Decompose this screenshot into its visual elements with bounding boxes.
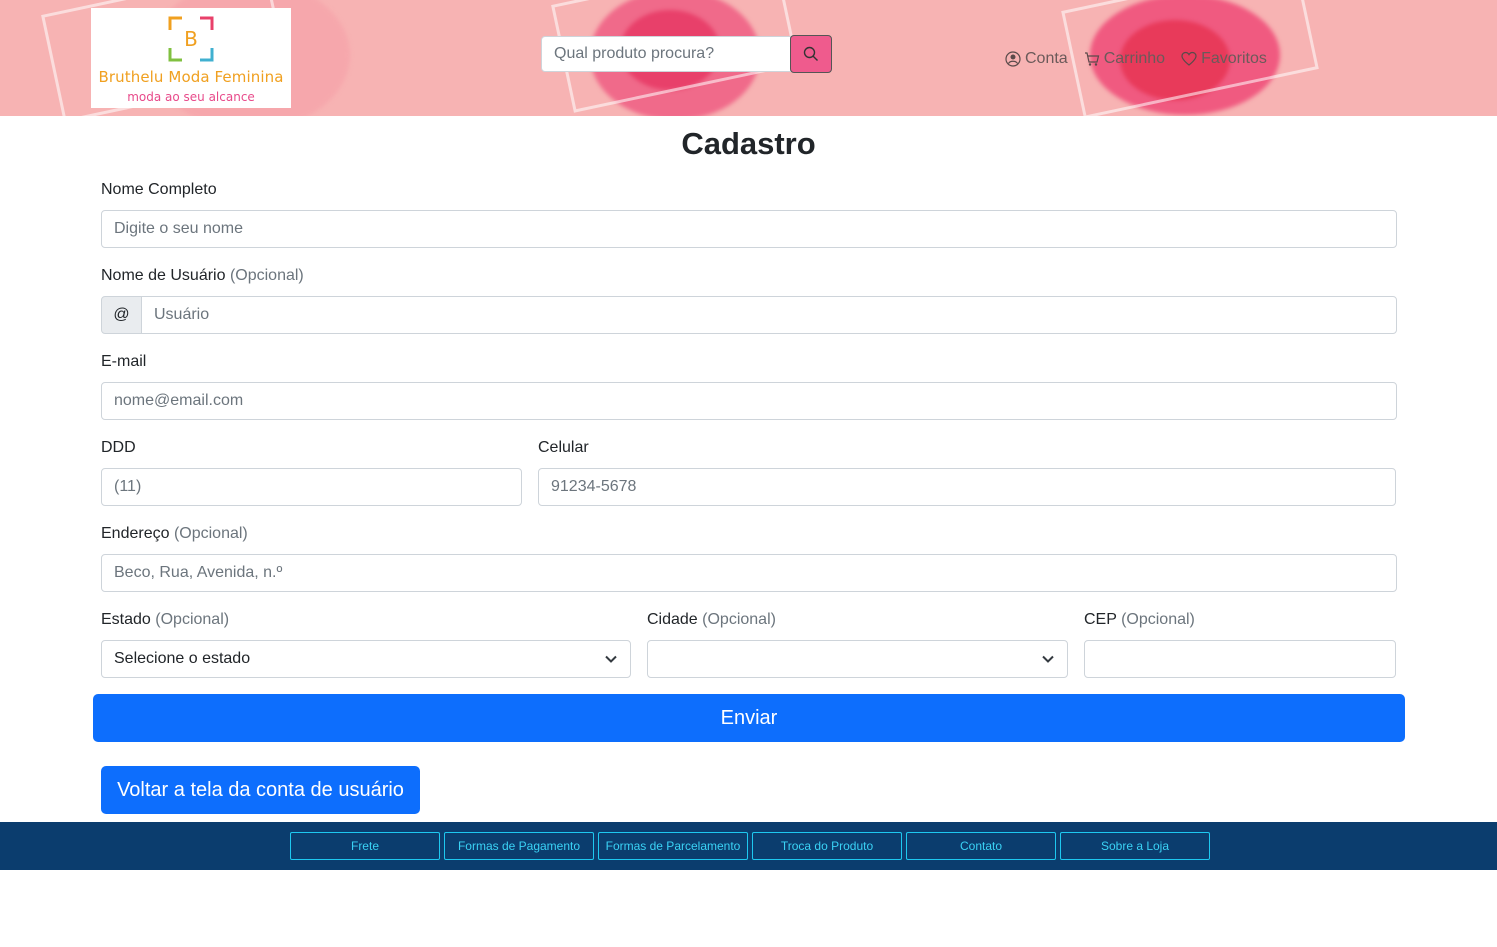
nav-cart-label: Carrinho xyxy=(1103,50,1166,67)
cep-input[interactable] xyxy=(1084,640,1396,678)
username-at-addon: @ xyxy=(101,296,142,334)
phone-input[interactable] xyxy=(538,468,1396,506)
footer-link-frete[interactable]: Frete xyxy=(290,832,440,860)
site-footer: Frete Formas de Pagamento Formas de Parc… xyxy=(0,822,1497,870)
search-icon xyxy=(803,46,818,61)
state-select[interactable]: Selecione o estado xyxy=(101,640,631,678)
site-header: B Bruthelu Moda Feminina moda ao seu alc… xyxy=(0,0,1497,116)
logo[interactable]: B Bruthelu Moda Feminina moda ao seu alc… xyxy=(91,8,291,108)
footer-link-pagamento[interactable]: Formas de Pagamento xyxy=(444,832,594,860)
cep-label: CEP (Opcional) xyxy=(1084,611,1195,629)
search-button[interactable] xyxy=(790,35,832,73)
user-circle-icon xyxy=(1005,51,1021,67)
cart-icon xyxy=(1084,52,1099,66)
search-bar xyxy=(541,35,832,73)
footer-link-parcelamento[interactable]: Formas de Parcelamento xyxy=(598,832,748,860)
footer-link-sobre[interactable]: Sobre a Loja xyxy=(1060,832,1210,860)
username-label-text: Nome de Usuário xyxy=(101,267,226,284)
username-input[interactable] xyxy=(141,296,1397,334)
footer-link-troca[interactable]: Troca do Produto xyxy=(752,832,902,860)
footer-link-contato[interactable]: Contato xyxy=(906,832,1056,860)
address-input[interactable] xyxy=(101,554,1397,592)
cep-label-text: CEP xyxy=(1084,611,1117,628)
state-select-value: Selecione o estado xyxy=(114,650,251,667)
ddd-input[interactable] xyxy=(101,468,522,506)
phone-label: Celular xyxy=(538,439,589,456)
page-title: Cadastro xyxy=(681,126,816,161)
logo-title: Bruthelu Moda Feminina xyxy=(98,68,284,86)
state-label-text: Estado xyxy=(101,611,151,628)
heart-icon xyxy=(1181,51,1197,66)
optional-hint: (Opcional) xyxy=(173,525,248,542)
search-input[interactable] xyxy=(541,36,791,72)
nav-cart[interactable]: Carrinho xyxy=(1084,50,1165,68)
ddd-label: DDD xyxy=(101,439,136,456)
nav-account-label: Conta xyxy=(1025,50,1068,67)
email-input[interactable] xyxy=(101,382,1397,420)
back-to-account-button[interactable]: Voltar a tela da conta de usuário xyxy=(101,766,420,814)
address-label-text: Endereço xyxy=(101,525,170,542)
address-label: Endereço (Opcional) xyxy=(101,525,248,543)
logo-subtitle: moda ao seu alcance xyxy=(127,90,255,104)
optional-hint: (Opcional) xyxy=(1121,611,1195,628)
logo-letter: B xyxy=(184,27,198,51)
header-nav: Conta Carrinho Favoritos xyxy=(1005,49,1267,69)
footer-links: Frete Formas de Pagamento Formas de Parc… xyxy=(290,832,1210,860)
optional-hint: (Opcional) xyxy=(229,267,304,284)
email-label: E-mail xyxy=(101,353,147,370)
nav-favorites[interactable]: Favoritos xyxy=(1181,50,1267,68)
city-label-text: Cidade xyxy=(647,611,698,628)
nav-account[interactable]: Conta xyxy=(1005,50,1068,68)
full-name-input[interactable] xyxy=(101,210,1397,248)
nav-favorites-label: Favoritos xyxy=(1201,50,1267,67)
optional-hint: (Opcional) xyxy=(155,611,230,628)
city-label: Cidade (Opcional) xyxy=(647,611,776,629)
chevron-down-icon xyxy=(1042,655,1054,663)
city-select[interactable] xyxy=(647,640,1068,678)
username-label: Nome de Usuário (Opcional) xyxy=(101,267,304,285)
optional-hint: (Opcional) xyxy=(702,611,776,628)
logo-mark: B xyxy=(168,16,214,62)
full-name-label: Nome Completo xyxy=(101,181,217,198)
submit-button[interactable]: Enviar xyxy=(93,694,1405,742)
chevron-down-icon xyxy=(605,655,617,663)
state-label: Estado (Opcional) xyxy=(101,611,229,629)
